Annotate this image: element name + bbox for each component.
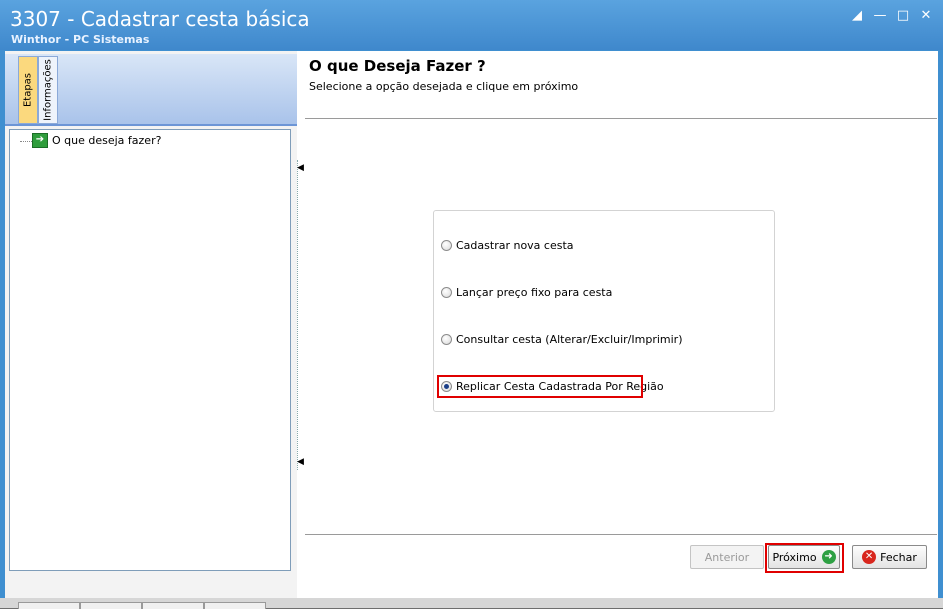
tab-informacoes-label: Informações	[42, 59, 54, 121]
page-heading: O que Deseja Fazer ?	[309, 57, 486, 75]
tree-item-label[interactable]: O que deseja fazer?	[52, 134, 161, 147]
page-instruction: Selecione a opção desejada e clique em p…	[309, 80, 579, 93]
option-lancar-preco-fixo[interactable]: Lançar preço fixo para cesta	[441, 286, 612, 299]
panel-splitter[interactable]	[297, 160, 304, 470]
title-bar[interactable]: 3307 - Cadastrar cesta básica Winthor - …	[0, 0, 943, 50]
tab-informacoes[interactable]: Informações	[38, 56, 58, 124]
tab-etapas-label: Etapas	[22, 72, 34, 108]
radio-button[interactable]	[441, 334, 452, 345]
minimize-icon[interactable]: —	[873, 9, 887, 22]
option-consultar-cesta[interactable]: Consultar cesta (Alterar/Excluir/Imprimi…	[441, 333, 683, 346]
close-x-icon: ✕	[862, 550, 877, 564]
option-cadastrar-nova-cesta[interactable]: Cadastrar nova cesta	[441, 239, 574, 252]
collapse-left-arrow-icon-bottom[interactable]: ◀	[297, 457, 304, 467]
radio-button[interactable]	[441, 240, 452, 251]
fechar-label: Fechar	[880, 550, 917, 564]
radio-button[interactable]	[441, 287, 452, 298]
footer-divider	[305, 534, 937, 536]
close-icon[interactable]: ✕	[919, 9, 933, 22]
highlight-box-proximo	[765, 543, 844, 573]
anterior-button[interactable]: Anterior	[690, 545, 764, 569]
header-divider	[305, 118, 937, 120]
collapse-left-arrow-icon[interactable]: ◀	[297, 163, 304, 173]
highlight-box-option	[437, 375, 643, 398]
vertical-tab-strip: Etapas Informações	[5, 54, 297, 126]
restore-edit-icon[interactable]: ◢	[850, 9, 864, 22]
steps-tree: ➔ O que deseja fazer?	[9, 129, 291, 571]
tab-etapas[interactable]: Etapas	[18, 56, 38, 124]
anterior-label: Anterior	[704, 550, 750, 564]
window-title: 3307 - Cadastrar cesta básica	[10, 7, 310, 31]
window-subtitle: Winthor - PC Sistemas	[11, 33, 150, 46]
option-label: Lançar preço fixo para cesta	[456, 286, 613, 299]
fechar-button[interactable]: ✕ Fechar	[852, 545, 927, 569]
maximize-icon[interactable]: □	[896, 9, 910, 22]
option-label: Consultar cesta (Alterar/Excluir/Imprimi…	[456, 333, 683, 346]
option-label: Cadastrar nova cesta	[456, 239, 574, 252]
green-arrow-icon: ➔	[32, 133, 48, 148]
app-window: 3307 - Cadastrar cesta básica Winthor - …	[0, 0, 943, 609]
